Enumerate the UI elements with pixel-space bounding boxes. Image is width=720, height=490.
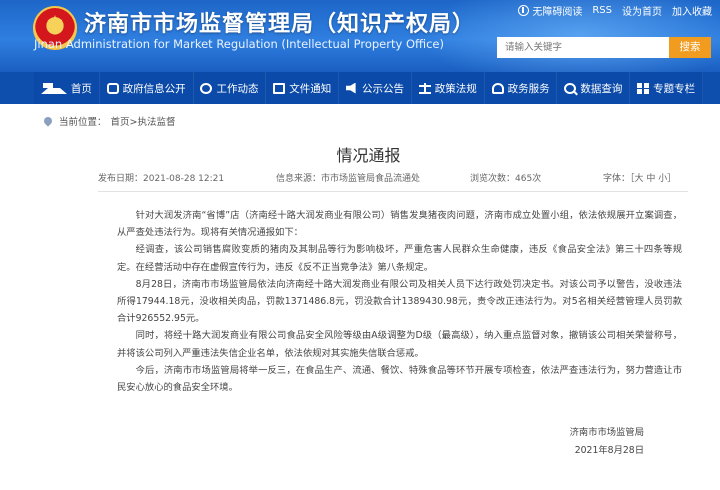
layers-icon bbox=[106, 82, 119, 94]
nav-label: 公示公告 bbox=[362, 82, 405, 95]
top-links: 无障碍阅读 RSS 设为首页 加入收藏 bbox=[518, 3, 712, 18]
article-title: 情况通报 bbox=[336, 146, 401, 165]
main-nav: 首页 政府信息公开 工作动态 文件通知 公示公告 政策法规 政务服务 数据查询 … bbox=[34, 72, 704, 104]
nav-label: 数据查询 bbox=[580, 82, 623, 95]
nav-label: 专题专栏 bbox=[653, 82, 696, 95]
accessibility-link[interactable]: 无障碍阅读 bbox=[518, 3, 582, 18]
chat-icon bbox=[200, 82, 213, 94]
nav-item-work-news[interactable]: 工作动态 bbox=[194, 72, 267, 104]
site-title: 济南市市场监督管理局（知识产权局） bbox=[84, 12, 476, 37]
scale-icon bbox=[418, 82, 431, 94]
nav-item-notices[interactable]: 文件通知 bbox=[266, 72, 340, 104]
nav-item-announcements[interactable]: 公示公告 bbox=[339, 72, 412, 104]
search-icon bbox=[564, 82, 577, 94]
nav-label: 文件通知 bbox=[289, 82, 332, 95]
search-input[interactable] bbox=[497, 37, 669, 58]
home-icon bbox=[40, 77, 67, 94]
megaphone-icon bbox=[346, 82, 356, 94]
breadcrumb-prefix: 当前位置： bbox=[59, 117, 107, 128]
article-panel: 当前位置： 首页>执法监督 情况通报 发布日期：2021-08-28 12:21… bbox=[34, 104, 703, 490]
meta-divider bbox=[98, 191, 688, 192]
site-subtitle-en: Jinan Administration for Market Regulati… bbox=[34, 37, 444, 51]
nav-label: 首页 bbox=[70, 82, 92, 95]
view-count: 浏览次数：465次 bbox=[470, 174, 542, 184]
paragraph: 针对大润发济南“省博”店（济南经十路大润发商业有限公司）销售发臭猪夜肉问题，济南… bbox=[117, 210, 682, 239]
add-favorite-link[interactable]: 加入收藏 bbox=[672, 3, 712, 18]
paragraph: 同时，将经十路大润发商业有限公司食品安全风险等级由A级调整为D级（最高级），纳入… bbox=[117, 330, 682, 359]
signature-date: 2021年8月28日 bbox=[574, 445, 644, 456]
location-icon bbox=[42, 115, 54, 127]
nav-item-services[interactable]: 政务服务 bbox=[485, 72, 558, 104]
breadcrumb: 当前位置： 首页>执法监督 bbox=[42, 114, 176, 128]
paragraph: 8月28日，济南市市场监管局依法向济南经十路大润发商业有限公司及相关人员下达行政… bbox=[117, 278, 682, 325]
nav-label: 政务服务 bbox=[507, 82, 550, 95]
nav-label: 工作动态 bbox=[216, 82, 259, 95]
accessibility-label: 无障碍阅读 bbox=[532, 7, 583, 18]
accessibility-icon bbox=[518, 5, 530, 16]
article-meta: 发布日期：2021-08-28 12:21 信息来源：市市场监管局食品流通处 浏… bbox=[98, 168, 688, 186]
site-header: 济南市市场监督管理局（知识产权局） Jinan Administration f… bbox=[0, 0, 720, 72]
rss-link[interactable]: RSS bbox=[592, 5, 612, 16]
signature-org: 济南市市场监管局 bbox=[569, 427, 644, 438]
paragraph: 今后，济南市市场监管局将举一反三，在食品生产、流通、餐饮、特殊食品等环节开展专项… bbox=[117, 364, 682, 394]
grid-icon bbox=[637, 82, 650, 94]
search-button[interactable]: 搜索 bbox=[669, 37, 711, 58]
article-body: 针对大润发济南“省博”店（济南经十路大润发商业有限公司）销售发臭猪夜肉问题，济南… bbox=[117, 207, 682, 396]
people-icon bbox=[491, 82, 504, 94]
nav-item-data-query[interactable]: 数据查询 bbox=[557, 72, 631, 104]
publish-date: 发布日期：2021-08-28 12:21 bbox=[98, 174, 225, 184]
nav-item-policies[interactable]: 政策法规 bbox=[412, 72, 485, 104]
info-source: 信息来源：市市场监管局食品流通处 bbox=[276, 174, 421, 184]
paragraph: 经调查，该公司销售腐败变质的猪肉及其制品等行为影响极坏，严重危害人民群众生命健康… bbox=[117, 244, 682, 273]
nav-item-home[interactable]: 首页 bbox=[34, 72, 100, 104]
breadcrumb-path[interactable]: 首页>执法监督 bbox=[111, 114, 176, 128]
nav-item-topics[interactable]: 专题专栏 bbox=[630, 72, 704, 104]
nav-label: 政策法规 bbox=[434, 82, 477, 95]
signature: 济南市市场监管局 2021年8月28日 bbox=[570, 424, 644, 460]
document-icon bbox=[273, 82, 286, 94]
font-size-switch[interactable]: 字体：［大 中 小］ bbox=[603, 171, 676, 184]
set-homepage-link[interactable]: 设为首页 bbox=[622, 3, 662, 18]
nav-label: 政府信息公开 bbox=[122, 82, 186, 95]
nav-item-gov-info[interactable]: 政府信息公开 bbox=[100, 72, 194, 104]
